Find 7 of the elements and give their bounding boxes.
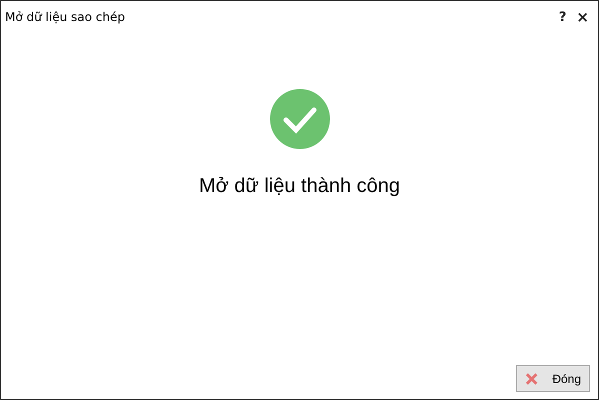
status-message: Mở dữ liệu thành công xyxy=(198,175,400,198)
help-button[interactable]: ? xyxy=(556,8,570,26)
window-title: Mở dữ liệu sao chép xyxy=(5,10,125,24)
close-button[interactable]: × xyxy=(573,8,592,26)
success-check-icon xyxy=(268,88,330,150)
close-dialog-button[interactable]: Đóng xyxy=(516,365,590,392)
cross-icon xyxy=(525,372,538,386)
